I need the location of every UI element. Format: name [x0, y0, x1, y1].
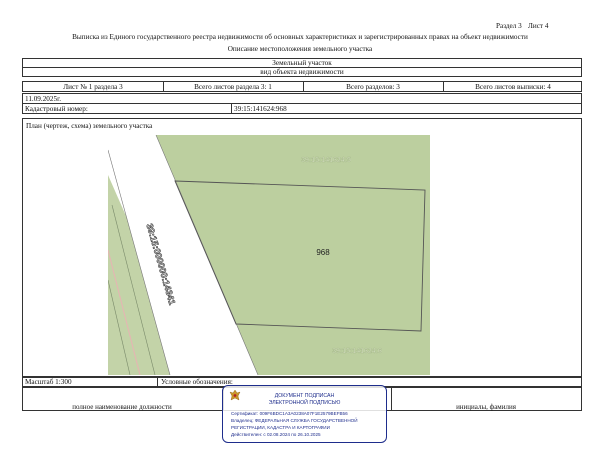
position-caption: полное наименование должности — [72, 403, 172, 411]
object-kind-label: вид объекта недвижимости — [260, 68, 344, 76]
stamp-line-1: ДОКУМЕНТ ПОДПИСАН — [274, 393, 335, 399]
sheet-label: Лист 4 — [528, 22, 549, 30]
scale-label: Масштаб 1:300 — [25, 378, 72, 386]
stamp-owner-1: Владелец: ФЕДЕРАЛЬНАЯ СЛУЖБА ГОСУДАРСТВЕ… — [231, 418, 358, 423]
total-sections: Всего разделов: 3 — [346, 83, 400, 91]
stamp-owner-2: РЕГИСТРАЦИИ, КАДАСТРА И КАРТОГРАФИИ — [231, 425, 330, 430]
sheets-row: Лист № 1 раздела 3 Всего листов раздела … — [22, 81, 582, 92]
cadastral-row: Кадастровый номер: 39:15:141624:968 — [22, 103, 582, 114]
cadastral-label: Кадастровый номер: — [25, 105, 88, 113]
document-title: Выписка из Единого государственного реес… — [72, 33, 528, 41]
sheet-number: Лист № 1 раздела 3 — [63, 83, 123, 91]
total-sheets-section: Всего листов раздела 3: 1 — [194, 83, 272, 91]
plan-drawing: 968 39:15:141624:5 39:15:141624:6 39:15:… — [108, 135, 430, 375]
stamp-line-2: ЭЛЕКТРОННОЙ ПОДПИСЬЮ — [268, 400, 341, 406]
document-subtitle: Описание местоположения земельного участ… — [227, 45, 373, 53]
section-label: Раздел 3 — [496, 22, 522, 30]
cadastral-number: 39:15:141624:968 — [234, 105, 287, 113]
parcel-label: 968 — [316, 248, 330, 257]
neighbor-label-top: 39:15:141624:5 — [301, 157, 351, 164]
legend-label: Условные обозначения: — [161, 378, 233, 386]
name-caption: инициалы, фамилия — [456, 403, 516, 411]
electronic-signature-stamp: ДОКУМЕНТ ПОДПИСАН ЭЛЕКТРОННОЙ ПОДПИСЬЮ С… — [222, 385, 387, 443]
neighbor-label-bottom: 39:15:141624:6 — [332, 348, 382, 355]
total-sheets-extract: Всего листов выписки: 4 — [475, 83, 551, 91]
stamp-certificate: Сертификат: 009F6BDC1A3A0238A07F1E2579BE… — [231, 411, 348, 416]
stamp-validity: Действителен: с 02.08.2024 по 26.10.2025 — [231, 432, 321, 437]
object-kind-row: вид объекта недвижимости — [22, 67, 582, 77]
